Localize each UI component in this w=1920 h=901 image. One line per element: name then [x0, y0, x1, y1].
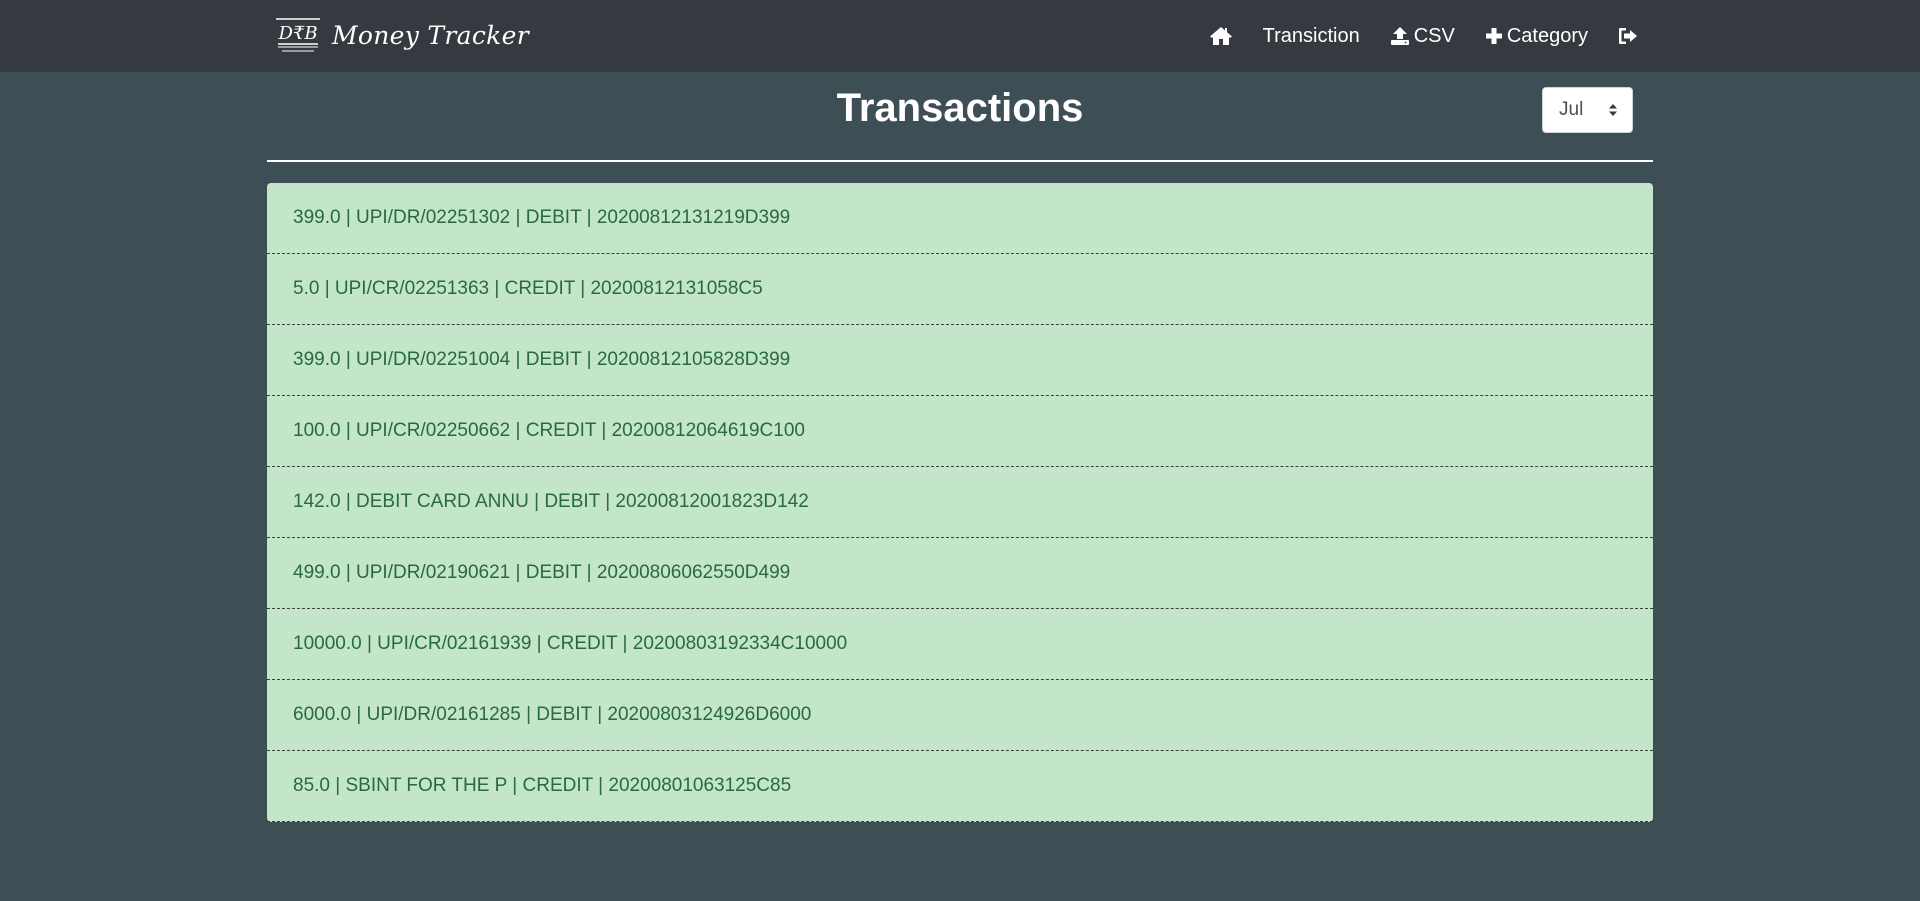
nav-category-link[interactable]: Category — [1485, 25, 1588, 48]
svg-text:D₹B: D₹B — [277, 23, 317, 44]
transaction-item[interactable]: 499.0 | UPI/DR/02190621 | DEBIT | 202008… — [267, 538, 1653, 609]
nav-category-label: Category — [1506, 24, 1588, 47]
transaction-text: 5.0 | UPI/CR/02251363 | CREDIT | 2020081… — [293, 278, 763, 299]
title-divider — [267, 160, 1653, 162]
nav-home-link[interactable] — [1209, 26, 1233, 46]
nav-csv-link[interactable]: CSV — [1390, 25, 1455, 48]
transaction-text: 399.0 | UPI/DR/02251004 | DEBIT | 202008… — [293, 349, 791, 370]
transaction-item[interactable]: 399.0 | UPI/DR/02251004 | DEBIT | 202008… — [267, 325, 1653, 396]
transaction-text: 85.0 | SBINT FOR THE P | CREDIT | 202008… — [293, 775, 792, 796]
transaction-item[interactable]: 100.0 | UPI/CR/02250662 | CREDIT | 20200… — [267, 396, 1653, 467]
transaction-text: 6000.0 | UPI/DR/02161285 | DEBIT | 20200… — [293, 704, 812, 725]
transaction-text: 399.0 | UPI/DR/02251302 | DEBIT | 202008… — [293, 207, 791, 228]
transaction-item[interactable]: 85.0 | SBINT FOR THE P | CREDIT | 202008… — [267, 751, 1653, 822]
upload-icon — [1390, 27, 1409, 45]
brand-name: Money Tracker — [332, 20, 529, 50]
nav-csv-label: CSV — [1413, 24, 1455, 47]
month-select[interactable]: Jul — [1542, 87, 1633, 133]
nav-transiction-link[interactable]: Transiction — [1263, 25, 1360, 48]
navbar: D₹B Money Tracker Transiction CSV Catego… — [0, 0, 1920, 72]
transaction-item[interactable]: 10000.0 | UPI/CR/02161939 | CREDIT | 202… — [267, 609, 1653, 680]
transaction-text: 142.0 | DEBIT CARD ANNU | DEBIT | 202008… — [293, 491, 809, 512]
plus-icon — [1485, 28, 1502, 44]
month-select-value: Jul — [1559, 99, 1584, 120]
transaction-item[interactable]: 142.0 | DEBIT CARD ANNU | DEBIT | 202008… — [267, 467, 1653, 538]
transaction-list: 399.0 | UPI/DR/02251302 | DEBIT | 202008… — [267, 183, 1653, 822]
nav-logout-link[interactable] — [1618, 27, 1638, 45]
transaction-text: 10000.0 | UPI/CR/02161939 | CREDIT | 202… — [293, 633, 848, 654]
transaction-item[interactable]: 5.0 | UPI/CR/02251363 | CREDIT | 2020081… — [267, 254, 1653, 325]
brand-link[interactable]: D₹B Money Tracker — [274, 14, 529, 56]
nav-menu: Transiction CSV Category — [1179, 0, 1638, 72]
transaction-item[interactable]: 6000.0 | UPI/DR/02161285 | DEBIT | 20200… — [267, 680, 1653, 751]
transaction-text: 499.0 | UPI/DR/02190621 | DEBIT | 202008… — [293, 562, 791, 583]
transaction-item[interactable]: 399.0 | UPI/DR/02251302 | DEBIT | 202008… — [267, 183, 1653, 254]
select-arrows-icon — [1609, 104, 1617, 116]
home-icon — [1209, 27, 1232, 45]
sign-out-icon — [1619, 28, 1637, 44]
money-tracker-logo: D₹B — [276, 18, 320, 52]
transaction-text: 100.0 | UPI/CR/02250662 | CREDIT | 20200… — [293, 420, 805, 441]
nav-transiction-label: Transiction — [1262, 24, 1360, 47]
